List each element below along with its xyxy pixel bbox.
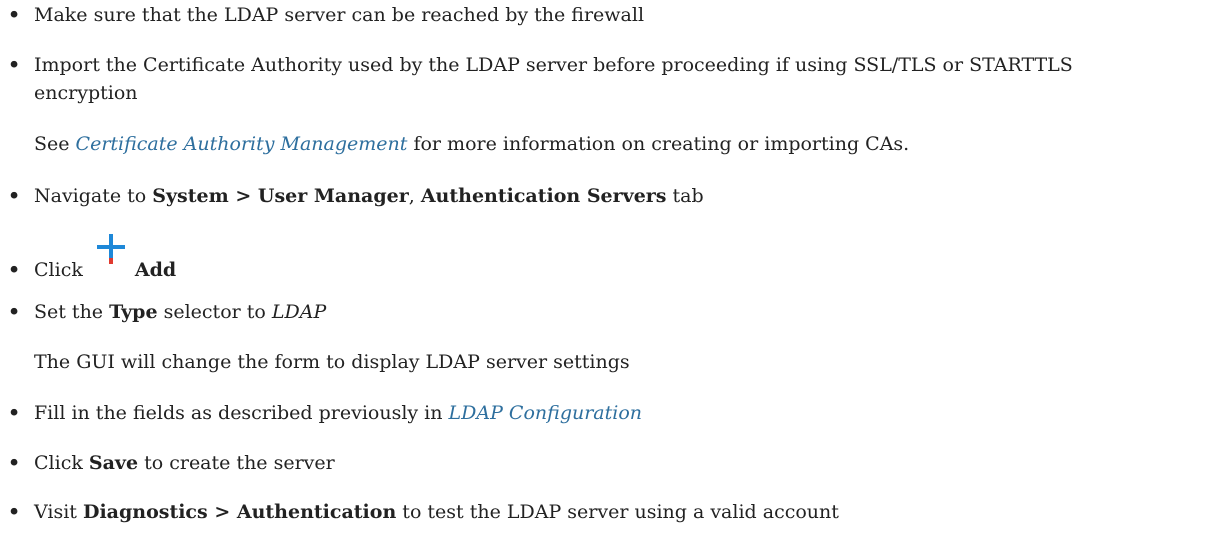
list-item-text: Click: [34, 452, 89, 474]
bullet: •: [8, 501, 21, 523]
list-item-text: Fill in the fields as described previous…: [34, 402, 449, 424]
paragraph: The GUI will change the form to display …: [34, 350, 1217, 374]
list-item-text: ,: [408, 185, 421, 207]
paragraph-text: for more information on creating or impo…: [407, 133, 910, 155]
bullet: •: [8, 402, 21, 424]
list-item-text: Click: [34, 259, 83, 281]
menu-path: Diagnostics > Authentication: [82, 501, 397, 523]
list-item-text: Set the: [34, 301, 110, 323]
list-item-text: encryption: [34, 82, 138, 104]
list-item-text: Make sure that the LDAP server can be re…: [34, 4, 645, 26]
bullet: •: [8, 452, 21, 474]
paragraph: See Certificate Authority Management for…: [34, 132, 1217, 156]
bullet: •: [8, 301, 21, 323]
list-item-text: Visit: [34, 501, 83, 523]
list-item: • Click Save to create the server: [8, 451, 1217, 475]
list-item-text: Import the Certificate Authority used by…: [34, 54, 1073, 76]
bullet: •: [8, 54, 21, 76]
list-item-text: tab: [666, 185, 704, 207]
list-item-continuation: encryption: [34, 81, 1217, 105]
list-item: • Click Add: [8, 234, 1217, 282]
bullet: •: [8, 185, 21, 207]
certificate-authority-management-link[interactable]: Certificate Authority Management: [76, 133, 408, 155]
tab-name: Authentication Servers: [420, 185, 667, 207]
list-item-text: Navigate to: [34, 185, 153, 207]
plus-icon: [96, 234, 125, 264]
list-item-text: selector to: [157, 301, 272, 323]
add-button-label: Add: [134, 259, 177, 281]
menu-path: System > User Manager: [152, 185, 409, 207]
bullet: •: [8, 259, 21, 281]
save-button-label: Save: [88, 452, 139, 474]
list-item: • Make sure that the LDAP server can be r…: [8, 3, 1217, 27]
list-item: • Fill in the fields as described previou…: [8, 401, 1217, 425]
list-item: • Import the Certificate Authority used b…: [8, 53, 1217, 77]
ldap-configuration-link[interactable]: LDAP Configuration: [449, 402, 642, 424]
list-item: • Navigate to System > User Manager, Auth…: [8, 184, 1217, 208]
list-item: • Set the Type selector to LDAP: [8, 300, 1217, 324]
paragraph-text: The GUI will change the form to display …: [34, 351, 630, 373]
list-item: • Visit Diagnostics > Authentication to t…: [8, 500, 1217, 524]
field-name: Type: [109, 301, 158, 323]
list-item-text: to create the server: [138, 452, 335, 474]
paragraph-text: See: [34, 133, 76, 155]
field-value: LDAP: [271, 301, 327, 323]
bullet: •: [8, 4, 21, 26]
list-item-text: to test the LDAP server using a valid ac…: [396, 501, 839, 523]
